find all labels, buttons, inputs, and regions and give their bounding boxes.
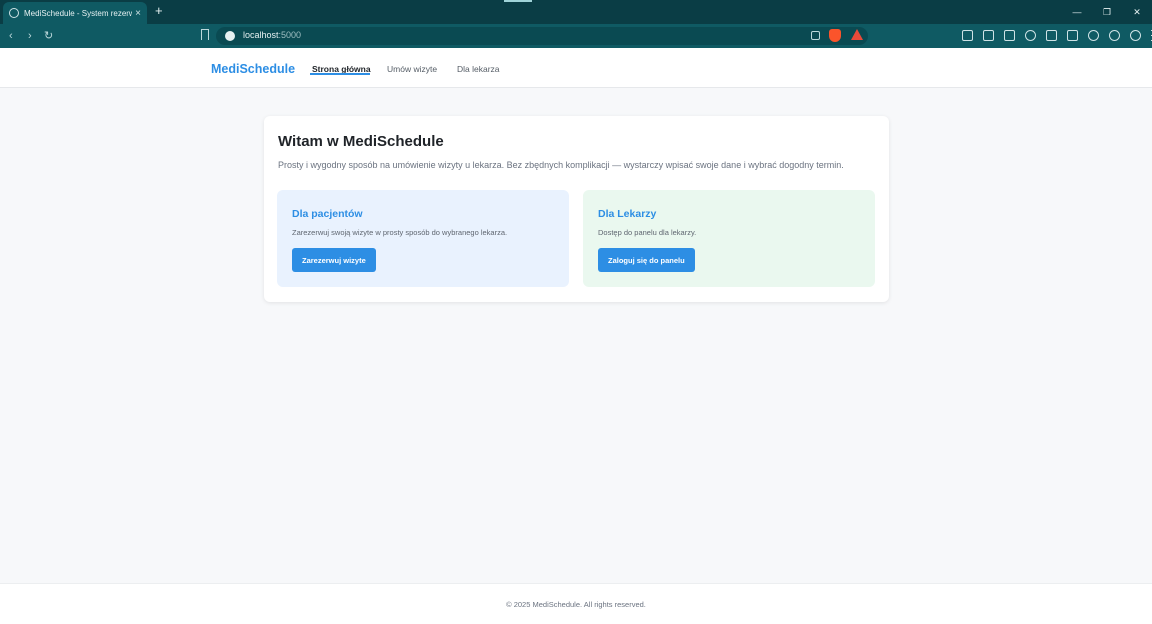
bookmark-icon[interactable]	[201, 29, 209, 40]
doctors-panel-title: Dla Lekarzy	[598, 208, 657, 220]
window-controls: — ❐ ✕	[1062, 0, 1152, 24]
book-visit-button[interactable]: Zarezerwuj wizyte	[292, 248, 376, 272]
back-button[interactable]: ‹	[9, 29, 13, 43]
media-icon[interactable]	[1025, 30, 1036, 41]
extensions-icon[interactable]	[962, 30, 973, 41]
site-header: MediSchedule Strona główna Umów wizyte D…	[0, 48, 1152, 88]
tab-title: MediSchedule - System rezerwa	[24, 8, 132, 18]
nav-for-doctor[interactable]: Dla lekarza	[457, 64, 500, 74]
patients-panel-title: Dla pacjentów	[292, 208, 363, 220]
brave-shields-icon[interactable]	[829, 29, 841, 42]
doctor-login-button[interactable]: Zaloguj się do panelu	[598, 248, 695, 272]
profile-icon[interactable]	[1130, 30, 1141, 41]
forward-button[interactable]: ›	[28, 29, 32, 43]
page-title: Witam w MediSchedule	[278, 133, 444, 150]
doctors-panel: Dla Lekarzy Dostęp do panelu dla lekarzy…	[583, 190, 875, 287]
patients-panel: Dla pacjentów Zarezerwuj swoją wizyte w …	[277, 190, 569, 287]
url-host: localhost	[243, 30, 279, 40]
globe-icon	[9, 8, 19, 18]
address-bar[interactable]: localhost:5000	[216, 27, 868, 45]
close-tab-icon[interactable]: ×	[135, 8, 141, 19]
nav-book-visit[interactable]: Umów wizyte	[387, 64, 437, 74]
site-info-icon[interactable]	[225, 31, 235, 41]
active-nav-indicator	[310, 73, 370, 75]
vpn-icon[interactable]	[1109, 30, 1120, 41]
site-footer: © 2025 MediSchedule. All rights reserved…	[0, 583, 1152, 624]
minimize-button[interactable]: —	[1062, 0, 1092, 24]
new-tab-button[interactable]: +	[155, 4, 163, 18]
welcome-card: Witam w MediSchedule Prosty i wygodny sp…	[264, 116, 889, 302]
footer-copyright: © 2025 MediSchedule. All rights reserved…	[506, 600, 646, 609]
sidebar-icon[interactable]	[1046, 30, 1057, 41]
url-port: :5000	[278, 30, 302, 40]
browser-toolbar: ‹ › ↻ localhost:5000	[0, 24, 1152, 48]
wallet-card-icon[interactable]	[1067, 30, 1078, 41]
page-description: Prosty i wygodny sposób na umówienie wiz…	[278, 160, 844, 170]
toolbar-icons	[960, 28, 1152, 43]
leo-ai-icon[interactable]	[1088, 30, 1099, 41]
download-icon[interactable]	[1004, 30, 1015, 41]
url-text[interactable]: localhost:5000	[243, 30, 301, 40]
doctors-panel-text: Dostęp do panelu dla lekarzy.	[598, 228, 697, 237]
patients-panel-text: Zarezerwuj swoją wizyte w prosty sposób …	[292, 228, 508, 237]
restore-button[interactable]: ❐	[1092, 0, 1122, 24]
browser-tab-bar: MediSchedule - System rezerwa × + — ❐ ✕	[0, 0, 1152, 24]
share-icon[interactable]	[811, 31, 820, 40]
brand-logo[interactable]: MediSchedule	[211, 62, 295, 76]
brave-rewards-icon[interactable]	[851, 29, 863, 40]
close-window-button[interactable]: ✕	[1122, 0, 1152, 24]
reload-button[interactable]: ↻	[44, 29, 53, 43]
wallet-icon[interactable]	[983, 30, 994, 41]
browser-tab[interactable]: MediSchedule - System rezerwa ×	[3, 2, 147, 24]
tab-strip-indicator	[504, 0, 532, 2]
